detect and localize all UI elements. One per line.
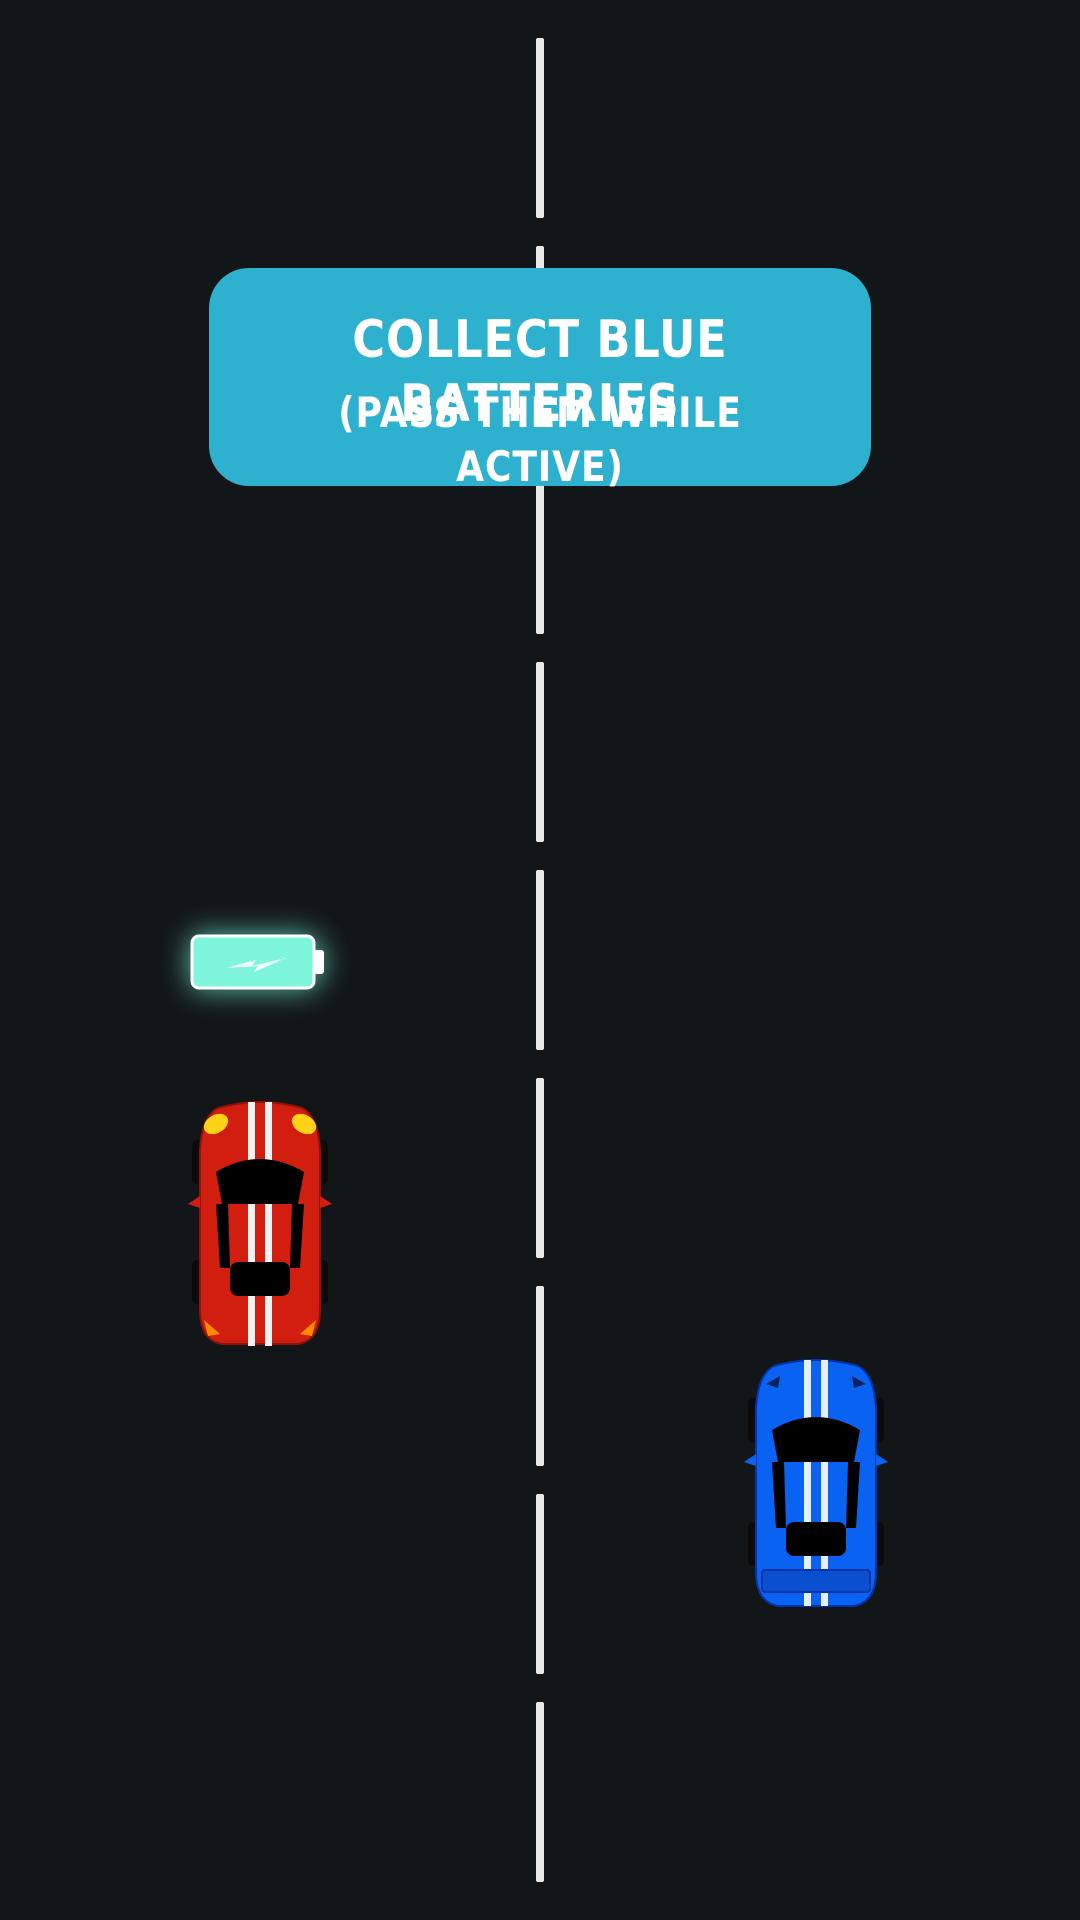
lane-marking [536, 1078, 544, 1258]
lane-marking [536, 662, 544, 842]
lane-marking [536, 1702, 544, 1882]
lane-marking [536, 38, 544, 218]
instruction-subtitle: (PASS THEM WHILE ACTIVE) [338, 388, 742, 491]
lane-marking [536, 1286, 544, 1466]
blue-car [744, 1359, 888, 1607]
lane-marking [536, 1494, 544, 1674]
instruction-banner: COLLECT BLUE BATTERIES (PASS THEM WHILE … [209, 268, 871, 491]
red-car [188, 1101, 332, 1346]
game-stage[interactable]: COLLECT BLUE BATTERIES (PASS THEM WHILE … [0, 0, 1080, 1920]
lane-marking [536, 870, 544, 1050]
battery-icon [190, 934, 324, 990]
